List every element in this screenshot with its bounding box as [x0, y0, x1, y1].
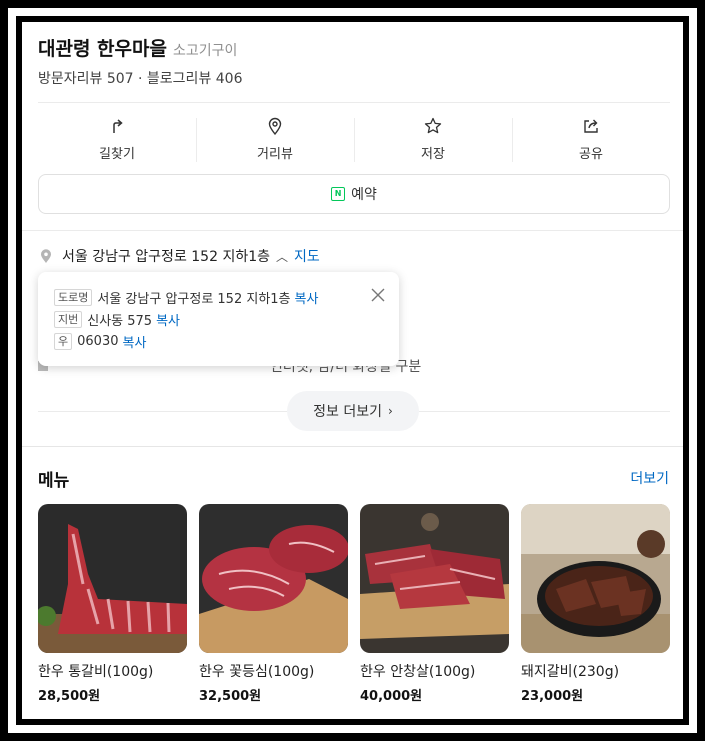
copy-zip-button[interactable]: 복사	[122, 332, 146, 351]
street-view-icon	[268, 117, 282, 136]
title-row: 대관령 한우마을 소고기구이	[38, 34, 237, 61]
share-icon	[584, 119, 598, 133]
section-divider	[22, 446, 683, 447]
zip-row: 우 06030 복사	[54, 330, 383, 352]
menu-item-name: 돼지갈비(230g)	[521, 664, 620, 680]
divider	[38, 411, 287, 412]
menu-item-name: 한우 안창살(100g)	[360, 664, 476, 680]
naver-booking-icon: N	[331, 187, 346, 201]
menu-item-price: 23,000원	[521, 689, 584, 704]
save-button[interactable]: 저장	[354, 116, 512, 162]
place-name: 대관령 한우마을	[38, 38, 167, 60]
road-address-row: 도로명 서울 강남구 압구정로 152 지하1층 복사	[54, 286, 383, 308]
share-button[interactable]: 공유	[512, 116, 670, 162]
divider	[419, 411, 670, 412]
chevron-up-icon[interactable]: ︿	[276, 248, 288, 265]
copy-lot-button[interactable]: 복사	[156, 310, 180, 329]
divider	[22, 230, 683, 231]
more-info-button[interactable]: 정보 더보기 ›	[287, 391, 419, 431]
street-view-button[interactable]: 거리뷰	[196, 116, 354, 162]
location-pin-icon	[41, 249, 51, 263]
address-text: 서울 강남구 압구정로 152 지하1층	[62, 249, 270, 265]
chevron-right-icon: ›	[388, 404, 393, 418]
place-category: 소고기구이	[172, 43, 238, 59]
menu-photo-ribs	[38, 504, 187, 653]
road-tag: 도로명	[54, 288, 93, 306]
menu-item-price: 28,500원	[38, 689, 101, 704]
menu-item-price: 32,500원	[199, 689, 262, 704]
menu-title: 메뉴	[38, 471, 70, 491]
copy-road-button[interactable]: 복사	[295, 288, 319, 307]
lot-address: 신사동 575	[87, 313, 153, 329]
lot-tag: 지번	[54, 310, 83, 328]
menu-item-name: 한우 통갈비(100g)	[38, 664, 154, 680]
reserve-button[interactable]: N 예약	[38, 174, 670, 214]
zip-tag: 우	[54, 332, 73, 350]
map-link[interactable]: 지도	[294, 246, 320, 266]
share-label: 공유	[579, 147, 603, 162]
menu-item[interactable]: 돼지갈비(230g) 23,000원	[521, 504, 670, 704]
directions-label: 길찾기	[99, 147, 135, 162]
menu-item-name: 한우 꽃등심(100g)	[199, 664, 315, 680]
action-bar: 길찾기 거리뷰 저장 공유	[38, 116, 670, 162]
divider	[38, 102, 670, 103]
menu-photo-skirt-steak	[360, 504, 509, 653]
menu-more-link[interactable]: 더보기	[630, 468, 669, 488]
street-view-label: 거리뷰	[257, 147, 293, 162]
star-icon	[424, 117, 442, 134]
menu-item[interactable]: 한우 통갈비(100g) 28,500원	[38, 504, 187, 704]
menu-item-price: 40,000원	[360, 689, 423, 704]
address-popup: 도로명 서울 강남구 압구정로 152 지하1층 복사 지번 신사동 575 복…	[38, 272, 399, 366]
review-counts[interactable]: 방문자리뷰 507 · 블로그리뷰 406	[38, 68, 243, 88]
menu-photo-ribeye	[199, 504, 348, 653]
directions-icon	[113, 119, 123, 133]
menu-photo-pork-ribs	[521, 504, 670, 653]
road-address: 서울 강남구 압구정로 152 지하1층	[97, 291, 291, 307]
more-info-label: 정보 더보기	[313, 404, 383, 420]
zip-code: 06030	[77, 333, 119, 349]
menu-list: 한우 통갈비(100g) 28,500원 한우 꽃등심(100g) 32,500…	[38, 504, 670, 704]
lot-address-row: 지번 신사동 575 복사	[54, 308, 383, 330]
menu-item[interactable]: 한우 꽃등심(100g) 32,500원	[199, 504, 348, 704]
address-row: 서울 강남구 압구정로 152 지하1층 ︿ 지도	[38, 246, 320, 266]
directions-button[interactable]: 길찾기	[38, 116, 196, 162]
place-card: 대관령 한우마을 소고기구이 방문자리뷰 507 · 블로그리뷰 406 길찾기…	[22, 22, 683, 719]
close-icon[interactable]	[371, 288, 385, 302]
reserve-label: 예약	[351, 187, 377, 203]
menu-item[interactable]: 한우 안창살(100g) 40,000원	[360, 504, 509, 704]
save-label: 저장	[421, 147, 445, 162]
